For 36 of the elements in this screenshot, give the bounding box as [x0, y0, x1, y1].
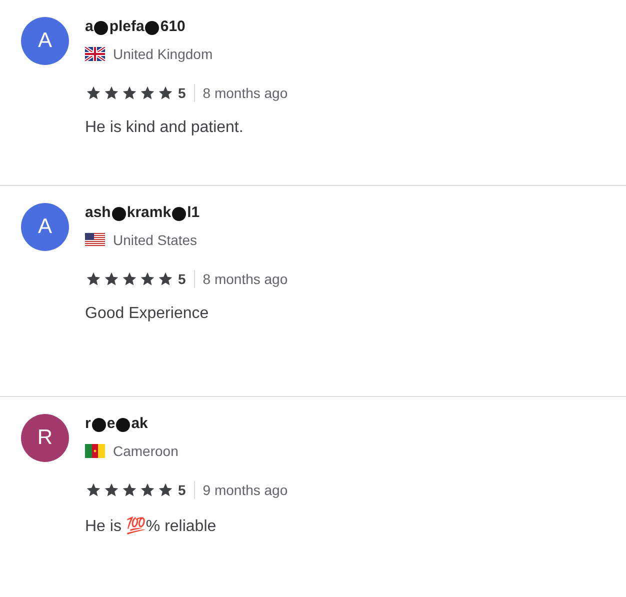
- star-icon: [103, 482, 120, 498]
- star-icon: [157, 85, 174, 101]
- star-icon: [103, 271, 120, 287]
- star-icon: [157, 482, 174, 498]
- review-text: Good Experience: [85, 305, 210, 323]
- avatar: R: [21, 414, 69, 462]
- avatar: A: [21, 17, 69, 65]
- star-icon: [103, 85, 120, 101]
- flag-icon: [85, 444, 105, 458]
- star-icon: [139, 85, 156, 101]
- star-icon: [139, 482, 156, 498]
- username[interactable]: a plefa 610: [85, 17, 288, 35]
- star-icon: [157, 271, 174, 287]
- star-icon: [139, 271, 156, 287]
- rating: 5: [178, 85, 186, 101]
- star-icon: [85, 271, 102, 287]
- star-icon: [121, 271, 138, 287]
- review-time: 9 months ago: [202, 482, 288, 498]
- star-icon: [85, 482, 102, 498]
- review-text: He is 💯% reliable: [85, 516, 218, 536]
- rating: 5: [178, 482, 186, 498]
- flag-icon: [85, 47, 105, 61]
- star-icon: [121, 482, 138, 498]
- avatar: A: [21, 203, 69, 251]
- flag-icon: [85, 233, 105, 247]
- review-text: He is kind and patient.: [85, 119, 244, 137]
- country: United States: [113, 232, 198, 248]
- username[interactable]: r e ak: [85, 414, 288, 432]
- star-icon: [85, 85, 102, 101]
- review-time: 8 months ago: [202, 271, 288, 287]
- star-icon: [121, 85, 138, 101]
- country: United Kingdom: [113, 46, 213, 62]
- username[interactable]: ash kramk l1: [85, 203, 288, 221]
- rating: 5: [178, 271, 186, 287]
- country: Cameroon: [113, 443, 178, 459]
- review-time: 8 months ago: [202, 85, 288, 101]
